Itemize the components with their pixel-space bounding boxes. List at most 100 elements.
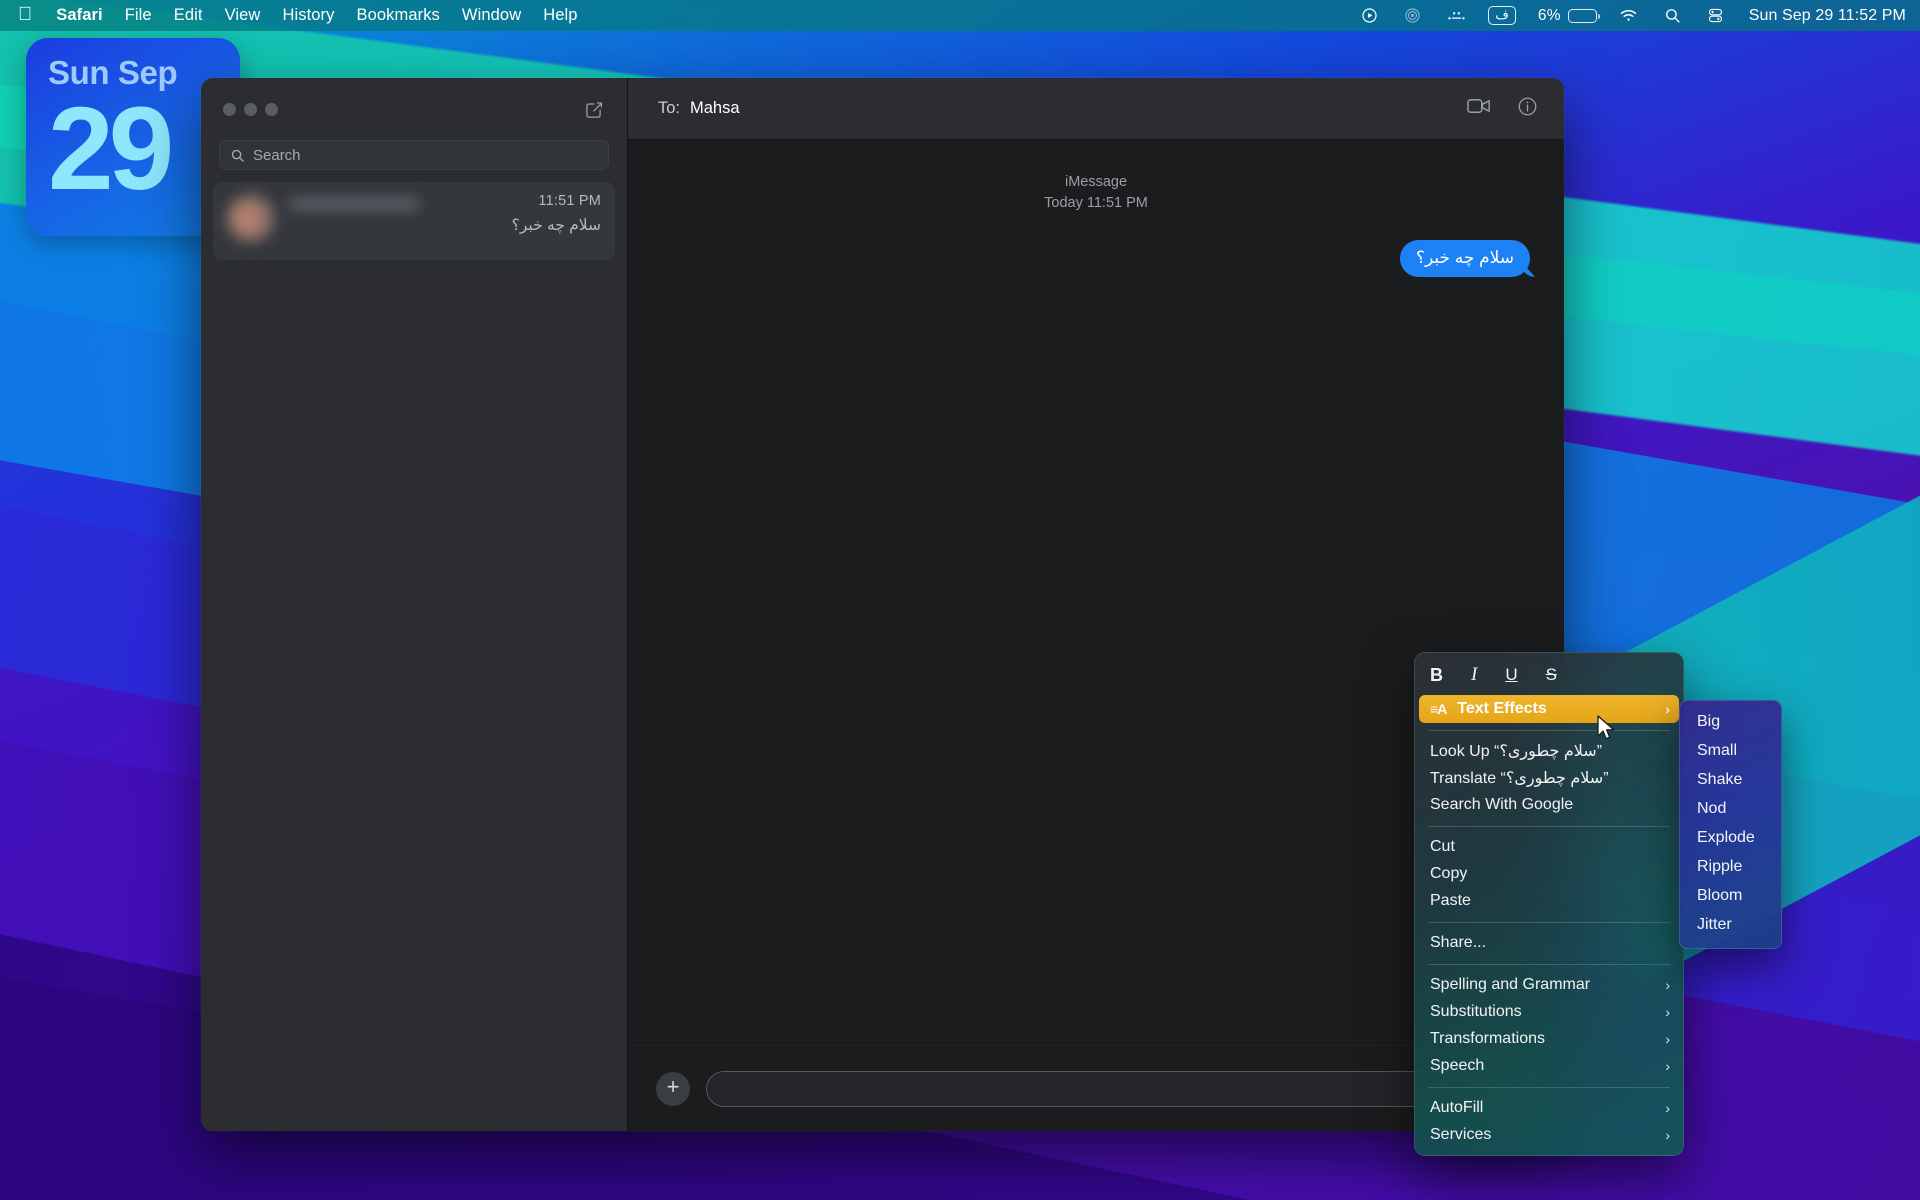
minimize-button[interactable]	[244, 102, 257, 116]
search-icon	[231, 149, 244, 162]
messages-sidebar: Search 11:51 PM سلام چه خبر؟	[201, 78, 628, 1131]
compose-icon[interactable]	[579, 95, 607, 123]
chevron-right-icon: ›	[1665, 1004, 1670, 1020]
window-traffic-lights	[223, 102, 278, 116]
close-button[interactable]	[223, 102, 236, 116]
menu-item-safari[interactable]: Safari	[45, 4, 113, 27]
context-menu-item-label: Speech	[1430, 1057, 1485, 1074]
menu-bar-clock[interactable]: Sun Sep 29 11:52 PM	[1737, 7, 1906, 25]
context-menu-item-label: Cut	[1430, 838, 1455, 855]
menu-separator	[1428, 964, 1670, 965]
context-menu-item-label: Substitutions	[1430, 1003, 1522, 1020]
search-input[interactable]: Search	[219, 140, 609, 170]
submenu-item-ripple[interactable]: Ripple	[1679, 853, 1782, 882]
chevron-right-icon: ›	[1665, 700, 1670, 717]
italic-button[interactable]: I	[1471, 664, 1477, 686]
input-source-label: ف	[1495, 7, 1509, 22]
context-menu-item-label: AutoFill	[1430, 1099, 1484, 1116]
context-menu-item-translate[interactable]: Translate “سلام چطوری؟”	[1414, 765, 1684, 792]
context-menu-item-speech[interactable]: Speech ›	[1414, 1053, 1684, 1080]
chat-timestamp: Today 11:51 PM	[1044, 195, 1148, 212]
context-menu-item-label: Text Effects	[1457, 699, 1547, 717]
conversation-meta: 11:51 PM سلام چه خبر؟	[512, 192, 601, 260]
context-menu: B I U S ≡A Text Effects › Look Up “سلام …	[1414, 652, 1684, 1156]
menu-separator	[1428, 1087, 1670, 1088]
input-source-indicator[interactable]: ف	[1488, 6, 1516, 25]
submenu-item-jitter[interactable]: Jitter	[1679, 911, 1782, 940]
menu-item-window[interactable]: Window	[451, 4, 532, 27]
plus-icon[interactable]: +	[656, 1071, 690, 1106]
search-placeholder: Search	[253, 146, 301, 164]
context-menu-item-services[interactable]: Services ›	[1414, 1122, 1684, 1149]
context-menu-item-substitutions[interactable]: Substitutions ›	[1414, 999, 1684, 1026]
menu-item-history[interactable]: History	[271, 4, 345, 27]
context-menu-item-text-effects[interactable]: ≡A Text Effects ›	[1419, 695, 1679, 723]
context-menu-item-transformations[interactable]: Transformations ›	[1414, 1026, 1684, 1053]
submenu-item-nod[interactable]: Nod	[1679, 795, 1782, 824]
context-menu-item-spelling-and-grammar[interactable]: Spelling and Grammar ›	[1414, 972, 1684, 999]
menu-item-file[interactable]: File	[114, 4, 163, 27]
control-center-icon[interactable]	[1694, 7, 1737, 24]
underline-button[interactable]: U	[1505, 665, 1517, 685]
context-menu-item-label: Paste	[1430, 892, 1471, 909]
message-bubble-outgoing[interactable]: سلام چه خبر؟	[1399, 240, 1530, 278]
menu-separator	[1428, 730, 1670, 731]
conversation-snippet: سلام چه خبر؟	[511, 217, 601, 234]
bold-button[interactable]: B	[1430, 665, 1443, 686]
context-menu-item-search-with-google[interactable]: Search With Google	[1414, 792, 1684, 819]
context-menu-item-copy[interactable]: Copy	[1414, 861, 1684, 888]
submenu-item-big[interactable]: Big	[1679, 708, 1782, 737]
menu-bar:  Safari File Edit View History Bookmark…	[0, 0, 1920, 31]
airdrop-icon[interactable]	[1391, 7, 1434, 24]
menu-separator	[1428, 922, 1670, 923]
submenu-item-bloom[interactable]: Bloom	[1679, 882, 1782, 911]
chat-header-actions	[1467, 96, 1538, 122]
menu-bar-app-menus:  Safari File Edit View History Bookmark…	[0, 4, 589, 27]
context-menu-item-autofill[interactable]: AutoFill ›	[1414, 1095, 1684, 1122]
chat-service-stamp: iMessage Today 11:51 PM	[662, 172, 1530, 214]
context-menu-item-look-up[interactable]: Look Up “سلام چطوری؟”	[1414, 738, 1684, 765]
chevron-right-icon: ›	[1665, 1100, 1670, 1116]
submenu-item-explode[interactable]: Explode	[1679, 824, 1782, 853]
conversation-name-redacted	[289, 196, 419, 212]
maximize-button[interactable]	[265, 102, 278, 116]
context-menu-item-label: Copy	[1430, 865, 1468, 882]
context-menu-item-label: Share...	[1430, 934, 1487, 951]
menu-item-edit[interactable]: Edit	[163, 4, 214, 27]
menu-bar-status-items: ف 6% Sun Sep 29 11:52 PM	[1348, 6, 1906, 25]
menu-item-help[interactable]: Help	[532, 4, 588, 27]
control-center-dots-icon[interactable]	[1434, 9, 1479, 23]
formatting-toolbar: B I U S	[1414, 657, 1684, 695]
chevron-right-icon: ›	[1665, 977, 1670, 993]
search-icon[interactable]	[1651, 7, 1694, 24]
menu-item-view[interactable]: View	[214, 4, 272, 27]
chevron-right-icon: ›	[1665, 1058, 1670, 1074]
avatar	[227, 194, 275, 242]
context-menu-item-label: Look Up “سلام چطوری؟”	[1430, 743, 1603, 760]
context-menu-item-label: Search With Google	[1430, 796, 1574, 813]
apple-logo-icon[interactable]: 	[0, 5, 45, 24]
context-menu-item-label: Spelling and Grammar	[1430, 976, 1591, 993]
sidebar-titlebar	[201, 78, 627, 140]
video-camera-icon[interactable]	[1467, 97, 1491, 120]
context-menu-item-share[interactable]: Share...	[1414, 930, 1684, 957]
play-circle-icon[interactable]	[1348, 7, 1391, 24]
message-row: سلام چه خبر؟	[662, 240, 1530, 278]
battery-status[interactable]: 6%	[1525, 7, 1606, 25]
submenu-item-small[interactable]: Small	[1679, 737, 1782, 766]
context-menu-item-label: Services	[1430, 1126, 1492, 1143]
wifi-icon[interactable]	[1606, 8, 1651, 23]
chat-service-label: iMessage	[1064, 174, 1128, 190]
context-menu-item-cut[interactable]: Cut	[1414, 834, 1684, 861]
strikethrough-button[interactable]: S	[1546, 665, 1557, 685]
context-menu-item-paste[interactable]: Paste	[1414, 888, 1684, 915]
menu-item-bookmarks[interactable]: Bookmarks	[345, 4, 450, 27]
info-circle-icon[interactable]	[1517, 96, 1538, 122]
conversation-list: 11:51 PM سلام چه خبر؟	[201, 182, 627, 260]
text-effects-icon: ≡A	[1430, 700, 1447, 717]
chat-recipient[interactable]: Mahsa	[690, 99, 740, 118]
chevron-right-icon: ›	[1665, 1127, 1670, 1143]
context-menu-item-label: Translate “سلام چطوری؟”	[1430, 770, 1609, 787]
conversation-list-item[interactable]: 11:51 PM سلام چه خبر؟	[213, 182, 615, 260]
submenu-item-shake[interactable]: Shake	[1679, 766, 1782, 795]
